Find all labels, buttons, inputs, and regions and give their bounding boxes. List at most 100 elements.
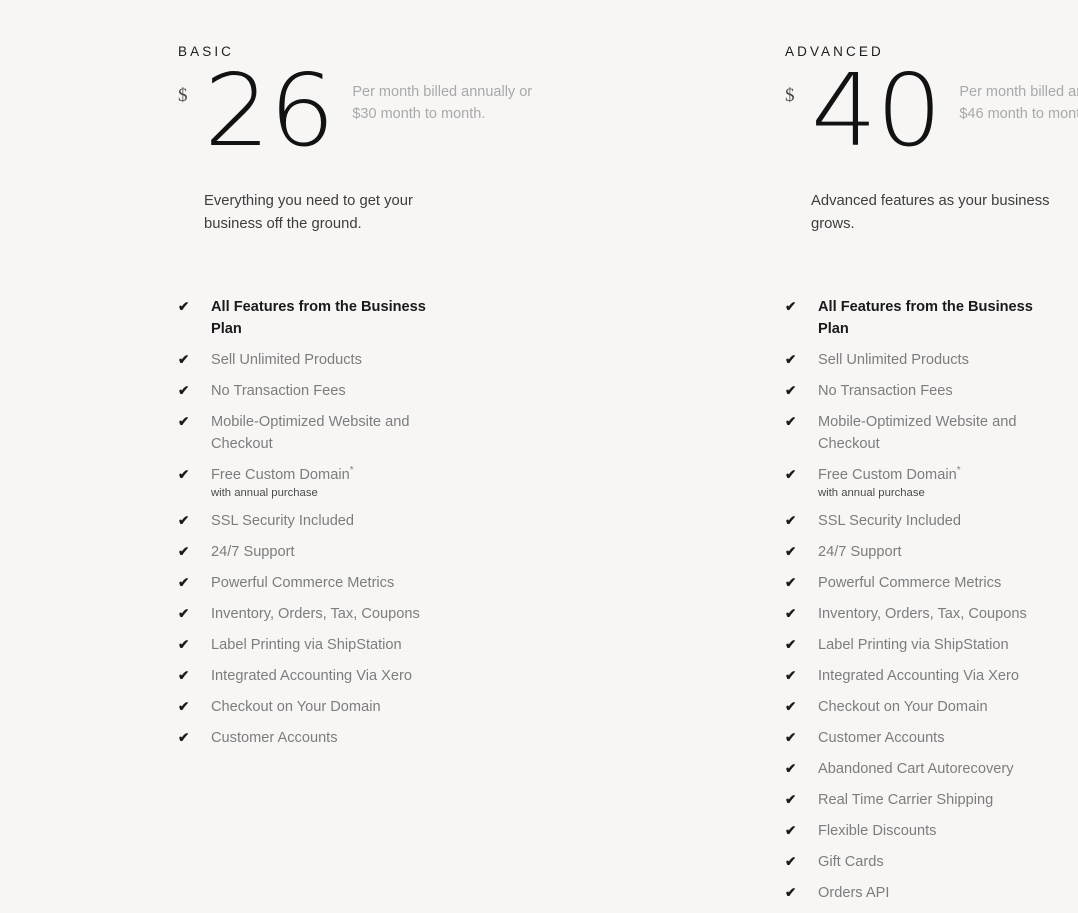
feature-label: Checkout on Your Domain — [818, 699, 988, 716]
feature-label: Gift Cards — [818, 854, 884, 871]
feature-list-item: ✔ Free Custom Domain* with annual purchase — [178, 464, 558, 501]
feature-list-item: ✔ Gift Cards — [785, 851, 1078, 873]
feature-text-wrapper: Mobile-Optimized Website and Checkout — [818, 411, 1058, 455]
plan-price-row: $26 Per month billed annually or $30 mont… — [178, 60, 558, 160]
feature-list-item: ✔ Mobile-Optimized Website and Checkout — [785, 411, 1078, 455]
feature-list-item: ✔ SSL Security Included — [785, 510, 1078, 532]
feature-text-wrapper: 24/7 Support — [211, 541, 451, 563]
feature-list-item: ✔ Customer Accounts — [178, 727, 558, 749]
check-icon: ✔ — [785, 299, 797, 315]
check-icon: ✔ — [785, 544, 797, 560]
check-icon: ✔ — [785, 792, 797, 808]
pricing-plan-card: ADVANCED$40Per month billed annually or … — [785, 44, 1078, 913]
feature-label: Checkout on Your Domain — [211, 699, 381, 716]
feature-label: Integrated Accounting Via Xero — [211, 668, 412, 685]
billing-note: Per month billed annually or $46 month t… — [959, 84, 1078, 122]
feature-text-wrapper: Customer Accounts — [818, 727, 1058, 749]
feature-list-item: ✔ Mobile-Optimized Website and Checkout — [178, 411, 558, 455]
feature-text-wrapper: Checkout on Your Domain — [211, 696, 451, 718]
feature-list-item: ✔ Checkout on Your Domain — [178, 696, 558, 718]
feature-text-wrapper: Integrated Accounting Via Xero — [818, 665, 1058, 687]
feature-text-wrapper: Checkout on Your Domain — [818, 696, 1058, 718]
feature-list-item: ✔ Real Time Carrier Shipping — [785, 789, 1078, 811]
feature-text-wrapper: Free Custom Domain* with annual purchase — [211, 464, 451, 501]
check-icon: ✔ — [785, 467, 797, 483]
feature-list-item: ✔ Inventory, Orders, Tax, Coupons — [178, 603, 558, 625]
feature-list-item: ✔ 24/7 Support — [785, 541, 1078, 563]
feature-text-wrapper: Orders API — [818, 882, 1058, 904]
feature-text-wrapper: Gift Cards — [818, 851, 1058, 873]
check-icon: ✔ — [178, 730, 190, 746]
pricing-page: BASIC $26 Per month billed annually or $30… — [0, 0, 1078, 904]
feature-label: Label Printing via ShipStation — [818, 637, 1009, 654]
feature-label: Inventory, Orders, Tax, Coupons — [211, 606, 420, 623]
feature-text-wrapper: Free Custom Domain* with annual purchase — [818, 464, 1058, 501]
feature-label: Inventory, Orders, Tax, Coupons — [818, 606, 1027, 623]
feature-label: Flexible Discounts — [818, 823, 937, 840]
pricing-plans-container: BASIC $26 Per month billed annually or $30… — [178, 44, 1078, 913]
feature-list-item: ✔ Free Custom Domain* with annual purchase — [785, 464, 1078, 501]
check-icon: ✔ — [178, 668, 190, 684]
check-icon: ✔ — [785, 668, 797, 684]
feature-text-wrapper: All Features from the Business Plan — [818, 296, 1058, 340]
check-icon: ✔ — [785, 414, 797, 430]
feature-label: Label Printing via ShipStation — [211, 637, 402, 654]
feature-text-wrapper: Customer Accounts — [211, 727, 451, 749]
feature-list-item: ✔ All Features from the Business Plan — [178, 296, 558, 340]
feature-list: ✔ All Features from the Business Plan ✔ Sel… — [178, 296, 558, 749]
feature-label: SSL Security Included — [818, 513, 962, 530]
plan-price-amount: 26 — [204, 51, 335, 169]
feature-list-item: ✔ Checkout on Your Domain — [785, 696, 1078, 718]
check-icon: ✔ — [785, 854, 797, 870]
feature-text-wrapper: No Transaction Fees — [818, 380, 1058, 402]
billing-note: Per month billed annually or $30 month t… — [352, 84, 533, 122]
check-icon: ✔ — [785, 699, 797, 715]
feature-label: Customer Accounts — [818, 730, 945, 747]
check-icon: ✔ — [785, 730, 797, 746]
feature-label: Free Custom Domain* — [211, 465, 354, 484]
feature-label: Mobile-Optimized Website and Checkout — [818, 414, 1017, 453]
feature-list-item: ✔ Integrated Accounting Via Xero — [785, 665, 1078, 687]
feature-label: Integrated Accounting Via Xero — [818, 668, 1019, 685]
feature-label: Powerful Commerce Metrics — [818, 575, 1002, 592]
feature-text-wrapper: All Features from the Business Plan — [211, 296, 451, 340]
feature-list-item: ✔ Powerful Commerce Metrics — [785, 572, 1078, 594]
feature-text-wrapper: Powerful Commerce Metrics — [211, 572, 451, 594]
check-icon: ✔ — [785, 352, 797, 368]
check-icon: ✔ — [785, 823, 797, 839]
check-icon: ✔ — [785, 513, 797, 529]
feature-text-wrapper: Mobile-Optimized Website and Checkout — [211, 411, 451, 455]
check-icon: ✔ — [178, 637, 190, 653]
feature-text-wrapper: Powerful Commerce Metrics — [818, 572, 1058, 594]
feature-list-item: ✔ Customer Accounts — [785, 727, 1078, 749]
plan-price-row: $40Per month billed annually or $46 mont… — [785, 60, 1078, 160]
feature-text-wrapper: No Transaction Fees — [211, 380, 451, 402]
currency-symbol: $ — [178, 85, 188, 107]
feature-list-item: ✔ Powerful Commerce Metrics — [178, 572, 558, 594]
feature-list-item: ✔ Label Printing via ShipStation — [178, 634, 558, 656]
feature-list-item: ✔ Orders API — [785, 882, 1078, 904]
feature-text-wrapper: SSL Security Included — [211, 510, 451, 532]
feature-label: Abandoned Cart Autorecovery — [818, 761, 1014, 778]
feature-text-wrapper: Label Printing via ShipStation — [211, 634, 451, 656]
check-icon: ✔ — [785, 637, 797, 653]
feature-text-wrapper: Real Time Carrier Shipping — [818, 789, 1058, 811]
feature-list-item: ✔ Label Printing via ShipStation — [785, 634, 1078, 656]
feature-label: No Transaction Fees — [211, 383, 346, 400]
check-icon: ✔ — [785, 761, 797, 777]
feature-footnote: with annual purchase — [211, 487, 318, 500]
feature-list-item: ✔ Flexible Discounts — [785, 820, 1078, 842]
feature-text-wrapper: Flexible Discounts — [818, 820, 1058, 842]
feature-list-item: ✔ 24/7 Support — [178, 541, 558, 563]
feature-list-item: ✔ All Features from the Business Plan — [785, 296, 1078, 340]
feature-list-item: ✔ Sell Unlimited Products — [785, 349, 1078, 371]
feature-label: Sell Unlimited Products — [211, 352, 362, 369]
feature-text-wrapper: 24/7 Support — [818, 541, 1058, 563]
feature-label: All Features from the Business Plan — [211, 299, 426, 338]
check-icon: ✔ — [178, 513, 190, 529]
check-icon: ✔ — [785, 383, 797, 399]
feature-text-wrapper: Integrated Accounting Via Xero — [211, 665, 451, 687]
feature-text-wrapper: Label Printing via ShipStation — [818, 634, 1058, 656]
feature-label: 24/7 Support — [818, 544, 902, 561]
feature-text-wrapper: Inventory, Orders, Tax, Coupons — [211, 603, 451, 625]
